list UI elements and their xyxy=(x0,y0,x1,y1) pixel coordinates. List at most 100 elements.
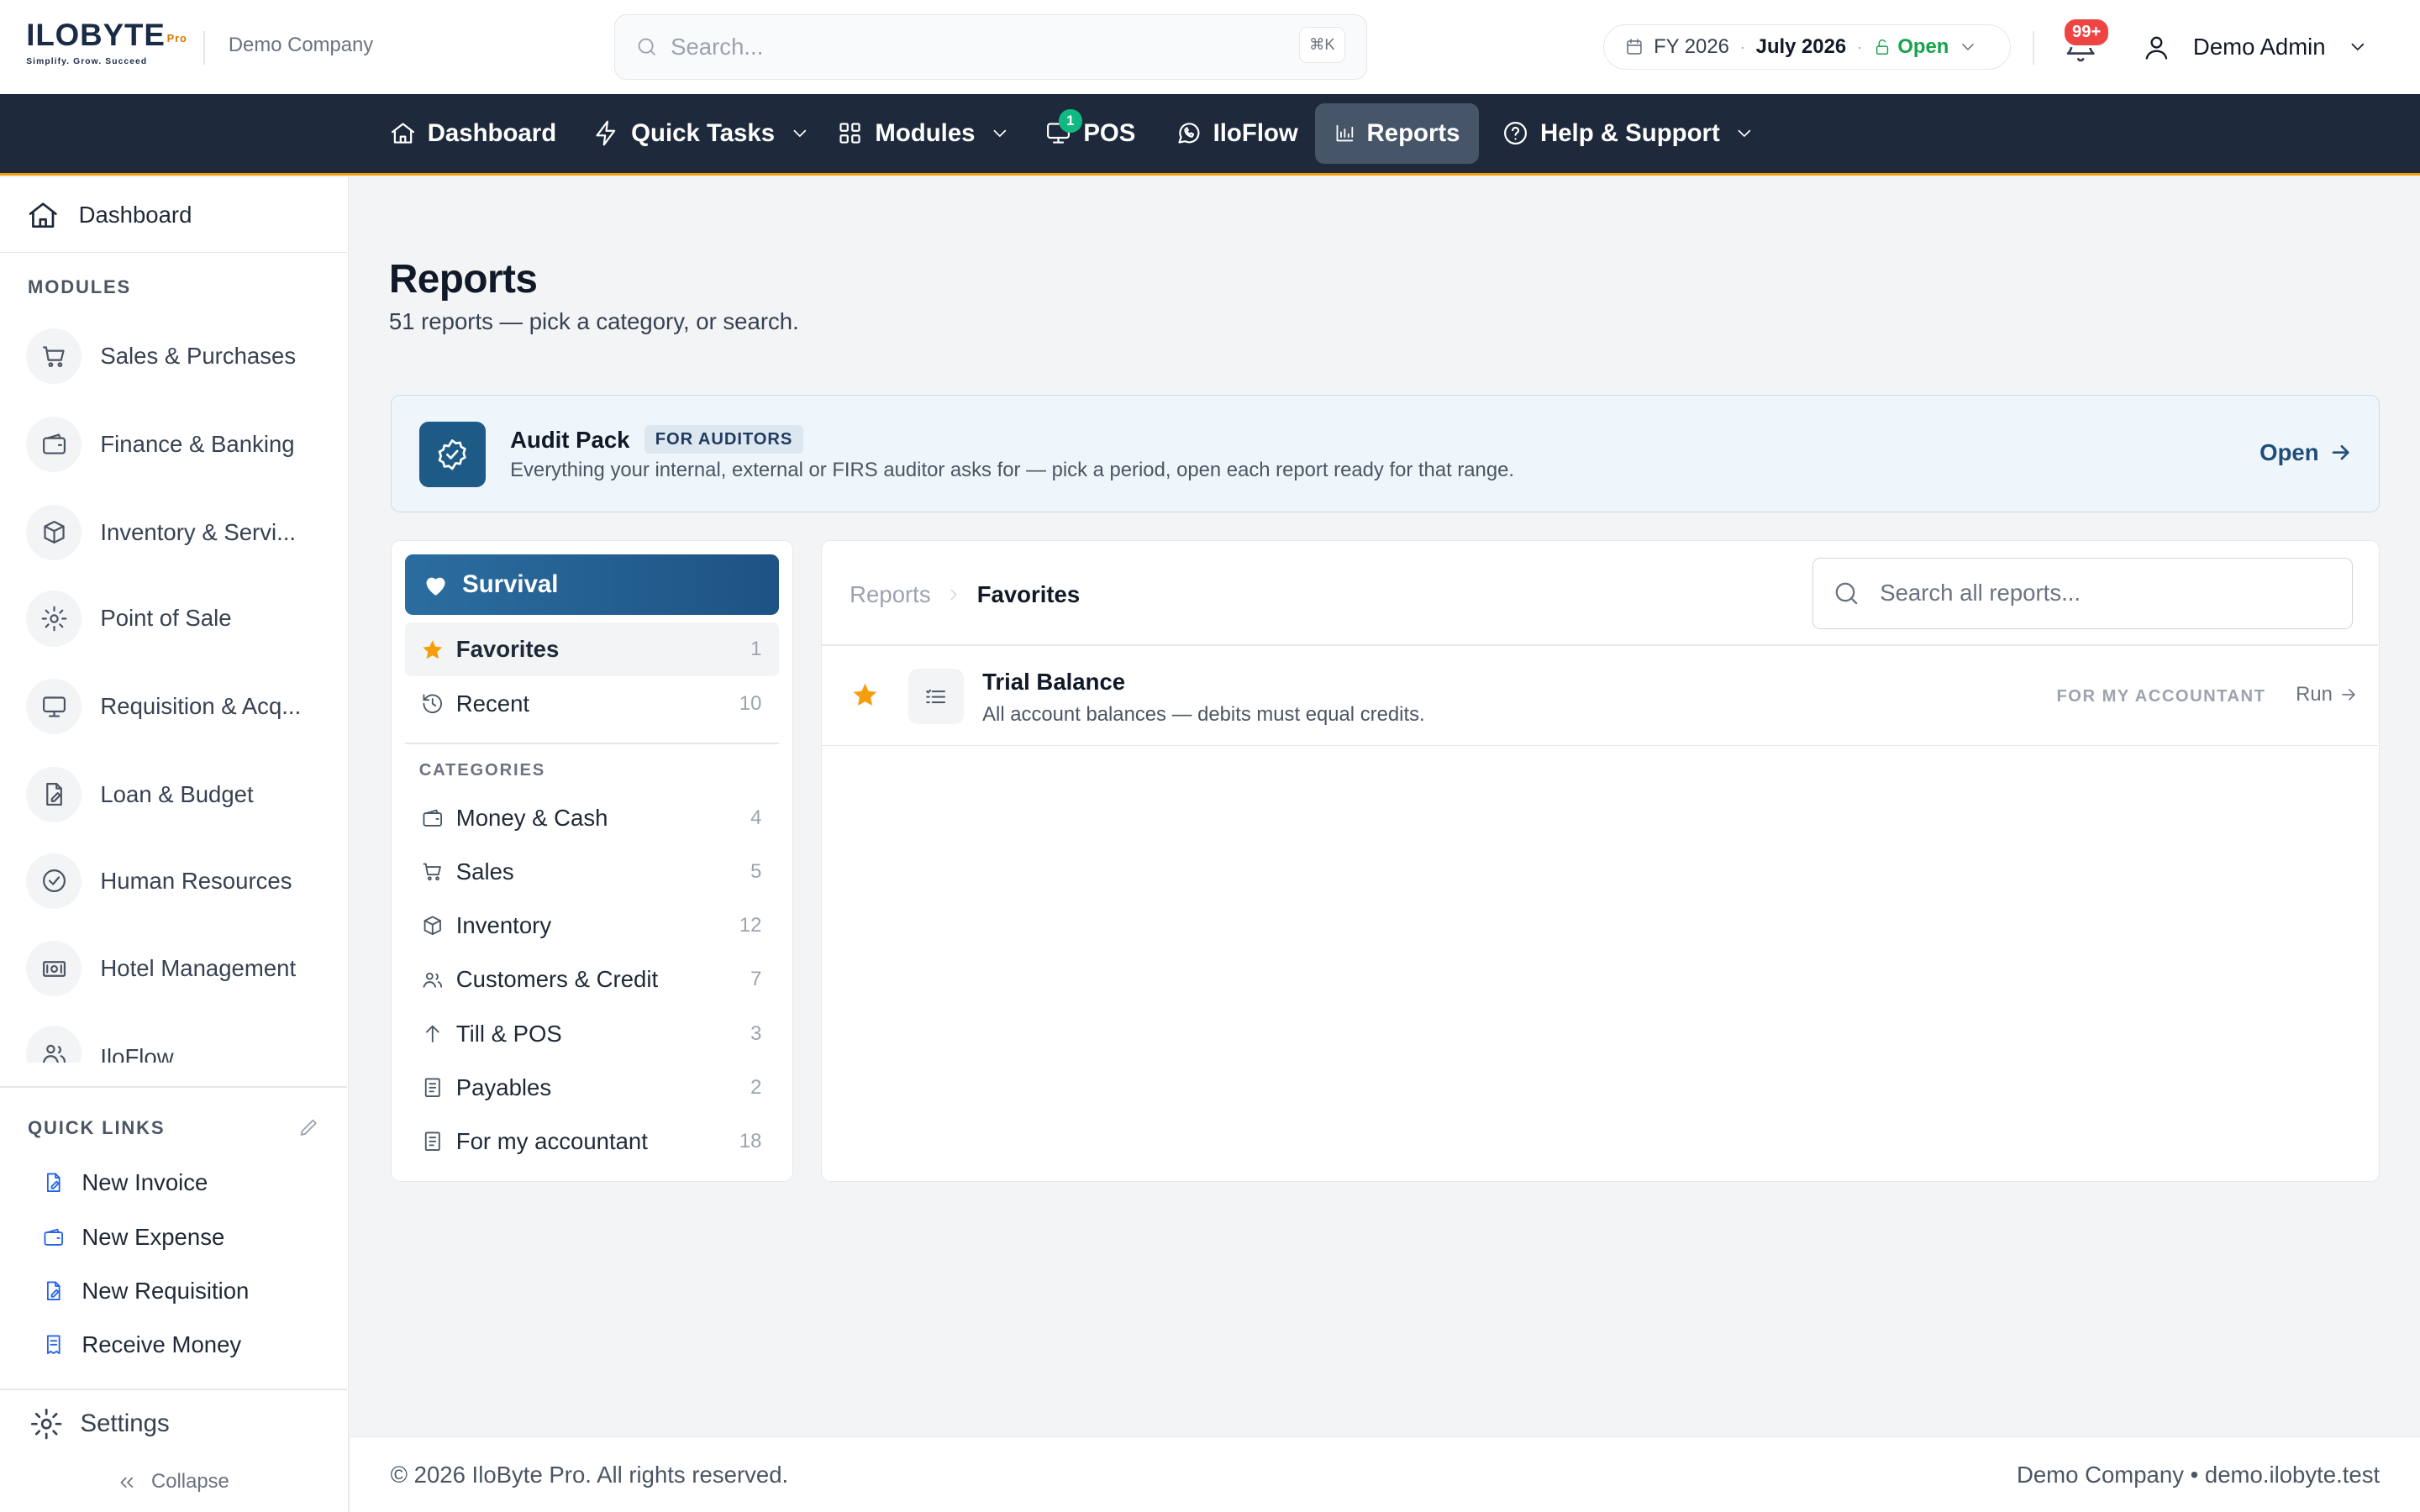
category-favorites[interactable]: Favorites 1 xyxy=(405,622,779,677)
logo-tagline: Simplify. Grow. Succeed xyxy=(26,56,148,66)
cash-icon xyxy=(26,941,82,997)
category-sales[interactable]: Sales 5 xyxy=(405,845,778,899)
modules-heading: MODULES xyxy=(28,276,132,297)
file-edit-icon xyxy=(42,1171,66,1194)
nav-pos[interactable]: POS xyxy=(1026,103,1154,164)
receipt-icon xyxy=(421,1130,445,1153)
report-category: FOR MY ACCOUNTANT xyxy=(2056,687,2266,706)
fiscal-year: FY 2026 xyxy=(1654,35,1729,58)
logo-brand: ILOBYTE xyxy=(26,17,166,52)
report-description: All account balances — debits must equal… xyxy=(982,702,1425,726)
wallet-icon xyxy=(42,1226,66,1249)
sidebar-item-loan-budget[interactable]: Loan & Budget xyxy=(26,764,254,825)
search-placeholder: Search... xyxy=(671,34,764,60)
run-report-button[interactable]: Run xyxy=(2296,683,2359,706)
category-till-pos[interactable]: Till & POS 3 xyxy=(405,1007,778,1061)
quick-link-new-requisition[interactable]: New Requisition xyxy=(42,1278,249,1305)
calendar-icon xyxy=(1624,37,1644,57)
nav-help-support[interactable]: Help & Support xyxy=(1483,103,1774,164)
audit-pack-description: Everything your internal, external or FI… xyxy=(510,459,1514,482)
sidebar-item-human-resources[interactable]: Human Resources xyxy=(26,850,292,911)
collapse-sidebar-button[interactable]: Collapse xyxy=(116,1470,229,1494)
star-icon[interactable] xyxy=(851,681,879,709)
chevron-right-icon xyxy=(944,585,963,604)
nav-iloflow[interactable]: IloFlow xyxy=(1156,103,1317,164)
sidebar-item-finance-banking[interactable]: Finance & Banking xyxy=(26,413,295,475)
chevron-down-icon xyxy=(793,129,806,137)
quick-link-new-expense[interactable]: New Expense xyxy=(42,1224,224,1251)
page-subtitle: 51 reports — pick a category, or search. xyxy=(388,308,799,335)
report-list-panel: Reports Favorites Search all reports... … xyxy=(821,539,2381,1182)
sidebar-item-hotel-management[interactable]: Hotel Management xyxy=(26,938,296,1000)
category-payables[interactable]: Payables 2 xyxy=(405,1061,778,1115)
badge-check-icon xyxy=(418,422,486,487)
report-title: Trial Balance xyxy=(982,669,1126,696)
report-categories-panel: Survival Favorites 1 Recent 10 CATEGORIE… xyxy=(390,539,794,1182)
gear-icon xyxy=(30,1409,62,1440)
sidebar-item-point-of-sale[interactable]: Point of Sale xyxy=(26,588,232,649)
sidebar-item-sales-purchases[interactable]: Sales & Purchases xyxy=(26,326,296,387)
report-search-input[interactable]: Search all reports... xyxy=(1812,558,2354,629)
arrow-right-icon xyxy=(2342,689,2355,701)
ilobyte-logo[interactable]: ILOBYTE Pro Simplify. Grow. Succeed xyxy=(26,17,190,70)
pos-badge: 1 xyxy=(1058,109,1082,133)
divider xyxy=(2032,30,2034,66)
category-inventory[interactable]: Inventory 12 xyxy=(405,899,778,953)
nav-quick-tasks[interactable]: Quick Tasks xyxy=(574,103,829,164)
heart-icon xyxy=(426,577,445,596)
gear-icon xyxy=(26,591,82,647)
search-shortcut: ⌘K xyxy=(1298,27,1345,63)
logo-pro: Pro xyxy=(166,31,187,45)
sidebar-item-requisition[interactable]: Requisition & Acq... xyxy=(26,675,301,737)
chevron-down-icon xyxy=(993,129,1007,137)
period-month: July 2026 xyxy=(1755,35,1847,58)
user-menu[interactable]: Demo Admin xyxy=(2142,33,2369,62)
global-search[interactable]: Search... ⌘K xyxy=(614,13,1368,81)
fiscal-period-selector[interactable]: FY 2026 · July 2026 · Open xyxy=(1603,24,2012,70)
divider xyxy=(0,1086,348,1088)
nav-dashboard[interactable]: Dashboard xyxy=(371,103,575,164)
breadcrumb-favorites: Favorites xyxy=(976,580,1081,607)
sidebar-item-settings[interactable]: Settings xyxy=(29,1407,170,1441)
sidebar-item-inventory-services[interactable]: Inventory & Servi... xyxy=(26,501,296,563)
nav-modules[interactable]: Modules xyxy=(818,103,1028,164)
survival-button[interactable]: Survival xyxy=(405,554,779,615)
file-edit-icon xyxy=(26,766,82,822)
home-icon xyxy=(391,123,414,144)
pencil-icon[interactable] xyxy=(297,1116,321,1139)
report-row[interactable]: Trial Balance All account balances — deb… xyxy=(822,646,2378,747)
divider xyxy=(0,1389,348,1390)
nav-reports[interactable]: Reports xyxy=(1314,103,1479,164)
cart-icon xyxy=(26,328,82,385)
sidebar-item-dashboard[interactable]: Dashboard xyxy=(0,177,348,254)
quick-links-heading: QUICK LINKS xyxy=(28,1116,166,1138)
audit-pack-open-link[interactable]: Open xyxy=(2260,439,2353,466)
arrow-up-icon xyxy=(421,1022,445,1046)
user-name: Demo Admin xyxy=(2192,34,2326,60)
sidebar: Dashboard MODULES Sales & Purchases Fina… xyxy=(0,177,350,1512)
help-circle-icon xyxy=(1504,122,1528,145)
grid-icon xyxy=(839,123,861,144)
main-nav: Dashboard Quick Tasks Modules POS 1 IloF… xyxy=(0,94,2420,176)
quick-link-new-invoice[interactable]: New Invoice xyxy=(42,1169,208,1196)
monitor-icon xyxy=(26,679,82,735)
category-money-cash[interactable]: Money & Cash 4 xyxy=(405,790,778,844)
users-icon xyxy=(421,969,445,992)
category-customers-credit[interactable]: Customers & Credit 7 xyxy=(405,953,778,1006)
category-recent[interactable]: Recent 10 xyxy=(405,676,778,730)
chevron-down-icon xyxy=(1738,129,1751,137)
audit-pack-title: Audit Pack xyxy=(510,426,630,453)
breadcrumb-reports[interactable]: Reports xyxy=(850,581,930,608)
search-icon xyxy=(635,35,659,59)
audit-pack-banner[interactable]: Audit Pack FOR AUDITORS Everything your … xyxy=(390,395,2381,512)
arrow-right-icon xyxy=(2332,444,2349,460)
box-icon xyxy=(26,504,82,560)
check-circle-icon xyxy=(26,853,82,909)
receipt-icon xyxy=(42,1333,66,1357)
quick-link-receive-money[interactable]: Receive Money xyxy=(42,1331,241,1358)
sidebar-item-iloflow[interactable]: IloFlow xyxy=(26,1026,174,1063)
history-icon xyxy=(421,692,445,716)
double-chevron-left-icon xyxy=(120,1477,133,1488)
divider xyxy=(203,30,206,66)
category-for-my-accountant[interactable]: For my accountant 18 xyxy=(405,1115,778,1168)
